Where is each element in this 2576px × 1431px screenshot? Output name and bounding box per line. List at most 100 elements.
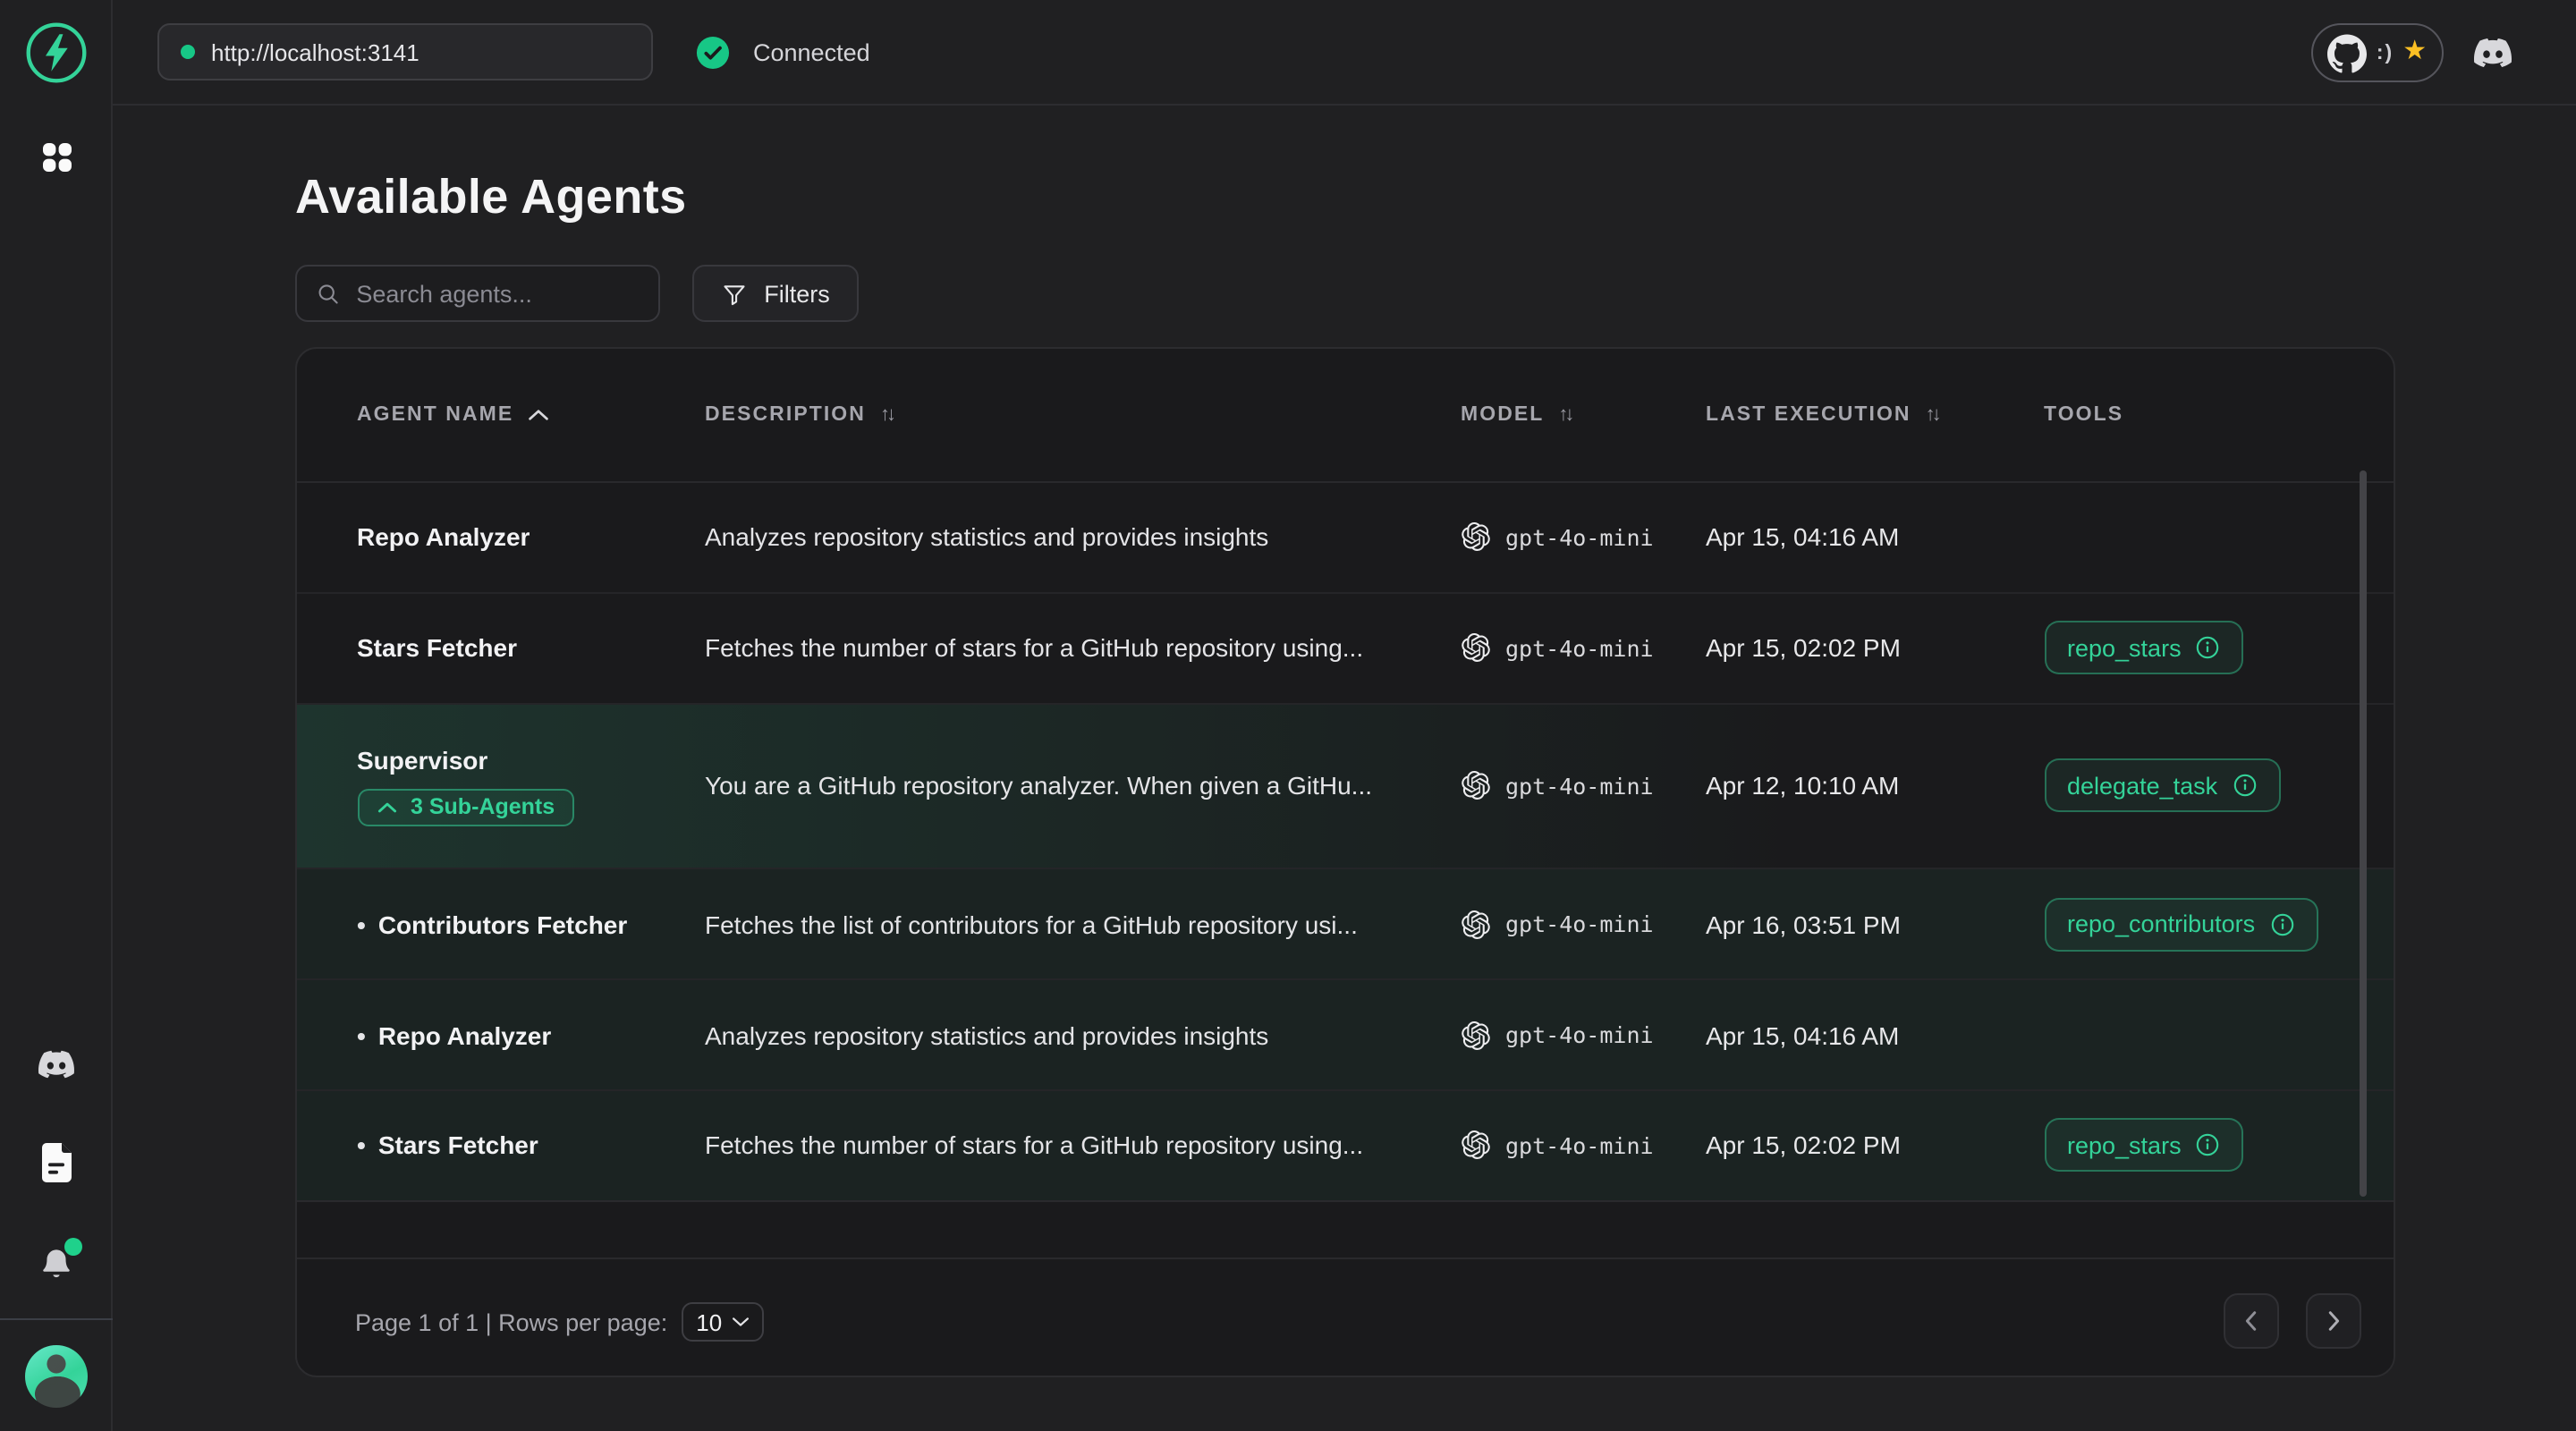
filter-funnel-icon	[721, 280, 748, 307]
table-scrollbar[interactable]	[2359, 470, 2366, 1196]
tool-badge[interactable]: repo_stars	[2044, 621, 2244, 674]
github-icon	[2328, 33, 2368, 72]
openai-icon	[1461, 633, 1489, 662]
search-agents-box[interactable]	[295, 265, 660, 322]
discord-icon	[2469, 34, 2517, 72]
previous-page-button[interactable]	[2223, 1293, 2278, 1349]
model-name: gpt-4o-mini	[1505, 911, 1654, 938]
agent-name: Stars Fetcher	[378, 1131, 538, 1160]
model-name: gpt-4o-mini	[1505, 1132, 1654, 1159]
table-row-supervisor[interactable]: Supervisor 3 Sub-Agents You are a GitHub…	[296, 704, 2393, 870]
sub-agent-bullet: •	[357, 910, 366, 939]
column-header-agent-name[interactable]: AGENT NAME	[357, 348, 549, 481]
tool-name: repo_stars	[2067, 634, 2182, 661]
pagination-info: Page 1 of 1 | Rows per page:	[355, 1308, 667, 1335]
lightning-logo-icon	[25, 21, 88, 84]
tool-name: repo_stars	[2067, 1132, 2182, 1159]
notification-dot	[64, 1238, 82, 1256]
document-icon	[38, 1141, 74, 1184]
info-icon	[2269, 912, 2294, 937]
agent-description: You are a GitHub repository analyzer. Wh…	[705, 772, 1372, 800]
column-header-model[interactable]: MODEL ↑↓	[1461, 348, 1571, 481]
last-execution: Apr 15, 04:16 AM	[1706, 1020, 1899, 1049]
openai-icon	[1461, 772, 1489, 800]
page-title: Available Agents	[295, 170, 687, 225]
agents-table-card: AGENT NAME DESCRIPTION ↑↓ MODEL ↑↓ LAST …	[294, 346, 2394, 1376]
sidebar-item-discord[interactable]	[0, 1045, 113, 1084]
sort-asc-icon	[528, 408, 549, 422]
user-avatar[interactable]	[25, 1345, 88, 1408]
sidebar	[0, 0, 113, 1431]
sub-agents-toggle[interactable]: 3 Sub-Agents	[357, 789, 574, 826]
server-url-input[interactable]: http://localhost:3141	[157, 23, 653, 80]
column-header-tools: TOOLS	[2044, 348, 2123, 481]
sort-icon: ↑↓	[1558, 404, 1571, 426]
next-page-button[interactable]	[2305, 1293, 2360, 1349]
last-execution: Apr 15, 02:02 PM	[1706, 1131, 1901, 1160]
column-header-last-execution[interactable]: LAST EXECUTION ↑↓	[1706, 348, 1938, 481]
filters-label: Filters	[764, 280, 830, 307]
last-execution: Apr 12, 10:10 AM	[1706, 772, 1899, 800]
table-row-sub-agent[interactable]: • Repo Analyzer Analyzes repository stat…	[296, 980, 2393, 1091]
agent-description: Fetches the number of stars for a GitHub…	[705, 633, 1363, 662]
openai-icon	[1461, 523, 1489, 552]
sidebar-divider	[0, 1318, 113, 1320]
github-smiley-text: :)	[2377, 42, 2394, 64]
search-input[interactable]	[356, 280, 639, 307]
github-star-button[interactable]: :) ★	[2311, 23, 2444, 82]
chevron-up-icon	[377, 801, 396, 814]
model-name: gpt-4o-mini	[1505, 1021, 1654, 1048]
app-logo[interactable]	[0, 20, 113, 86]
table-header: AGENT NAME DESCRIPTION ↑↓ MODEL ↑↓ LAST …	[296, 348, 2393, 483]
openai-icon	[1461, 1020, 1489, 1049]
server-url: http://localhost:3141	[211, 38, 419, 65]
model-name: gpt-4o-mini	[1505, 524, 1654, 551]
chevron-right-icon	[2321, 1309, 2344, 1333]
sidebar-item-notifications[interactable]	[0, 1245, 113, 1284]
last-execution: Apr 15, 04:16 AM	[1706, 523, 1899, 552]
topbar: http://localhost:3141 Connected :) ★	[113, 0, 2576, 106]
sidebar-item-dashboard[interactable]	[0, 141, 113, 174]
openai-icon	[1461, 910, 1489, 939]
table-row-sub-agent[interactable]: • Contributors Fetcher Fetches the list …	[296, 870, 2393, 981]
star-icon: ★	[2402, 38, 2427, 64]
table-row-sub-agent[interactable]: • Stars Fetcher Fetches the number of st…	[296, 1091, 2393, 1202]
tool-badge[interactable]: repo_contributors	[2044, 898, 2318, 952]
check-circle-icon	[696, 36, 730, 70]
tool-badge[interactable]: repo_stars	[2044, 1119, 2244, 1173]
tool-badge[interactable]: delegate_task	[2044, 759, 2280, 813]
discord-link[interactable]	[2469, 29, 2517, 77]
chevron-down-icon	[731, 1317, 749, 1327]
agent-description: Fetches the number of stars for a GitHub…	[705, 1131, 1363, 1160]
sub-agent-bullet: •	[357, 1131, 366, 1160]
search-icon	[317, 280, 340, 307]
last-execution: Apr 15, 02:02 PM	[1706, 633, 1901, 662]
table-footer: Page 1 of 1 | Rows per page: 10	[296, 1257, 2393, 1375]
table-row[interactable]: Repo Analyzer Analyzes repository statis…	[296, 483, 2393, 594]
info-icon	[2232, 774, 2257, 799]
sort-icon: ↑↓	[1926, 404, 1938, 426]
agent-name: Contributors Fetcher	[378, 910, 627, 939]
tool-name: delegate_task	[2067, 773, 2217, 800]
grid-icon	[40, 141, 72, 174]
table-row[interactable]: Stars Fetcher Fetches the number of star…	[296, 594, 2393, 705]
info-icon	[2196, 1133, 2221, 1158]
filters-button[interactable]: Filters	[692, 265, 859, 322]
agent-description: Analyzes repository statistics and provi…	[705, 523, 1268, 552]
openai-icon	[1461, 1131, 1489, 1160]
agent-description: Analyzes repository statistics and provi…	[705, 1020, 1268, 1049]
connection-status-label: Connected	[753, 39, 870, 66]
last-execution: Apr 16, 03:51 PM	[1706, 910, 1901, 939]
rows-per-page-select[interactable]: 10	[682, 1302, 763, 1342]
sidebar-item-docs[interactable]	[0, 1141, 113, 1184]
sub-agents-count: 3 Sub-Agents	[411, 795, 555, 820]
chevron-left-icon	[2239, 1309, 2262, 1333]
info-icon	[2196, 635, 2221, 660]
sort-icon: ↑↓	[880, 404, 893, 426]
model-name: gpt-4o-mini	[1505, 773, 1654, 800]
tool-name: repo_contributors	[2067, 911, 2255, 938]
connection-status: Connected	[696, 0, 870, 106]
server-status-dot	[181, 45, 195, 59]
column-header-description[interactable]: DESCRIPTION ↑↓	[705, 348, 1429, 481]
agent-name: Supervisor	[357, 746, 487, 775]
